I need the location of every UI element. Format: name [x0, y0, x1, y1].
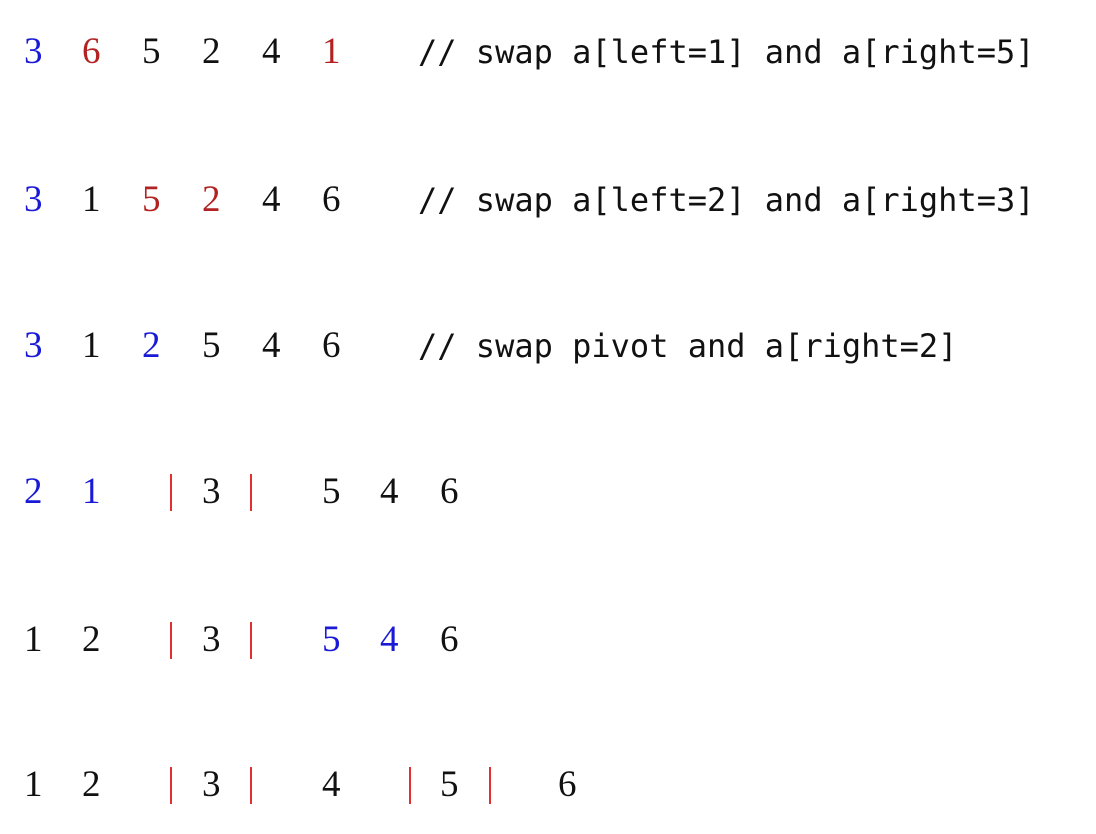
array-value-default: 2	[202, 31, 221, 72]
trace-step: 12 3 4 5 6	[0, 755, 1096, 815]
array-value-default: 6	[440, 619, 459, 660]
array-value-swap: 6	[82, 31, 101, 72]
step-comment: // swap a[left=2] and a[right=3]	[418, 181, 1035, 219]
array-value-pivot: 4	[380, 619, 399, 660]
array-value-swap: 5	[142, 179, 161, 220]
trace-step: 3 6 5 2 4 1 // swap a[left=1] and a[right=5]	[0, 22, 1096, 82]
partition-divider-right	[250, 767, 252, 804]
partition-divider-right	[250, 622, 252, 659]
array-value-pivot: 3	[24, 325, 43, 366]
array-value-default: 1	[82, 325, 101, 366]
array-value-default: 6	[322, 325, 341, 366]
array-value-default: 1	[24, 619, 43, 660]
partition-divider-left	[170, 767, 172, 804]
array-value-default: 1	[82, 179, 101, 220]
array-value-default: 4	[322, 764, 341, 805]
array-value-default: 4	[262, 325, 281, 366]
array-value-default: 2	[82, 619, 101, 660]
array-value-swap: 2	[202, 179, 221, 220]
array-value-pivot: 3	[24, 31, 43, 72]
array-value-pivot: 2	[142, 325, 161, 366]
array-value-pivot: 5	[322, 619, 341, 660]
trace-step: 3 1 5 2 4 6 // swap a[left=2] and a[right=3]	[0, 170, 1096, 230]
array-value-default: 6	[322, 179, 341, 220]
array-value-swap: 1	[322, 31, 341, 72]
array-value-default: 3	[202, 471, 221, 512]
array-value-pivot: 1	[82, 471, 101, 512]
step-comment: // swap pivot and a[right=2]	[418, 327, 958, 365]
partition-divider-right	[489, 767, 491, 804]
array-value-pivot: 2	[24, 471, 43, 512]
partition-divider-left	[170, 474, 172, 511]
array-value-default: 6	[440, 471, 459, 512]
array-value-default: 1	[24, 764, 43, 805]
trace-step: 21 3 546	[0, 462, 1096, 522]
array-value-default: 5	[440, 764, 459, 805]
partition-divider-left	[170, 622, 172, 659]
array-value-default: 6	[558, 764, 577, 805]
trace-step: 3 1 2 5 4 6 // swap pivot and a[right=2]	[0, 316, 1096, 376]
partition-divider-left	[409, 767, 411, 804]
step-comment: // swap a[left=1] and a[right=5]	[418, 33, 1035, 71]
array-value-pivot: 3	[24, 179, 43, 220]
trace-step: 12 3 546	[0, 610, 1096, 670]
array-value-default: 5	[322, 471, 341, 512]
partition-divider-right	[250, 474, 252, 511]
array-value-default: 5	[142, 31, 161, 72]
array-value-default: 4	[262, 31, 281, 72]
array-value-default: 4	[262, 179, 281, 220]
quicksort-trace: 3 6 5 2 4 1// swap a[left=1] and a[right=5] 3 1…	[0, 0, 1096, 834]
array-value-default: 3	[202, 764, 221, 805]
array-value-default: 3	[202, 619, 221, 660]
array-value-default: 4	[380, 471, 399, 512]
array-value-default: 2	[82, 764, 101, 805]
array-value-default: 5	[202, 325, 221, 366]
